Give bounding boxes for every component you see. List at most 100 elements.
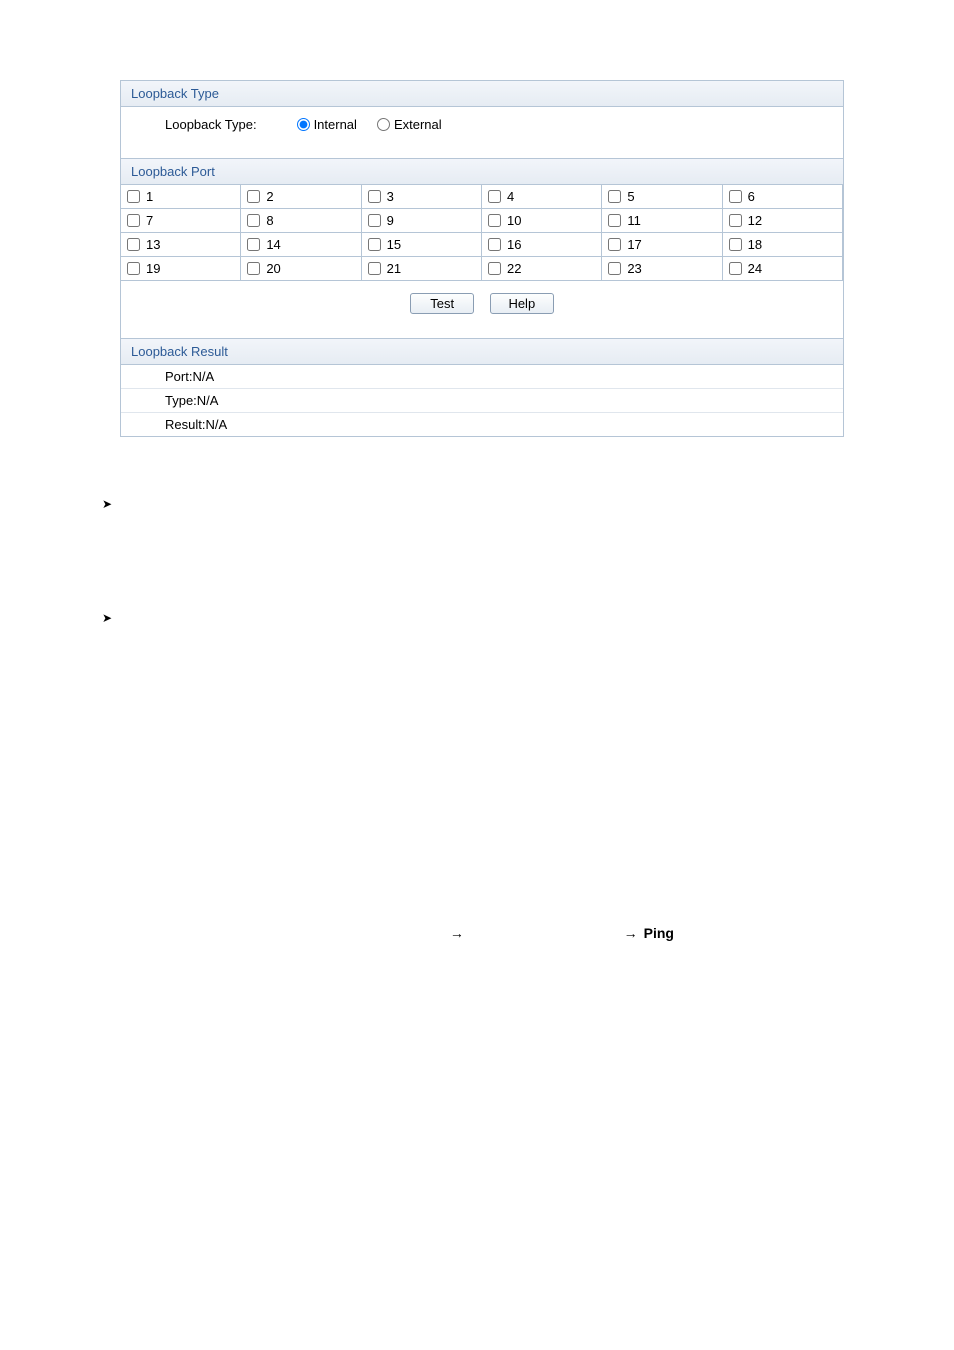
port-label: 2	[266, 189, 273, 204]
port-label: 18	[748, 237, 762, 252]
port-checkbox[interactable]	[247, 190, 260, 203]
port-cell[interactable]: 4	[481, 184, 602, 209]
result-port-label: Port:	[165, 369, 192, 384]
port-label: 24	[748, 261, 762, 276]
bottom-nav: → → Ping	[0, 925, 954, 941]
port-cell[interactable]: 1	[120, 184, 241, 209]
bullet-icon: ➤	[102, 497, 954, 511]
port-checkbox[interactable]	[368, 214, 381, 227]
port-cell[interactable]: 16	[481, 232, 602, 257]
port-cell[interactable]: 3	[361, 184, 482, 209]
port-checkbox[interactable]	[488, 262, 501, 275]
port-cell[interactable]: 11	[601, 208, 722, 233]
port-checkbox[interactable]	[127, 262, 140, 275]
radio-internal-label: Internal	[314, 117, 357, 132]
arrow-right-icon: →	[624, 925, 638, 941]
port-label: 21	[387, 261, 401, 276]
port-checkbox[interactable]	[247, 238, 260, 251]
radio-internal[interactable]	[297, 118, 310, 131]
port-label: 23	[627, 261, 641, 276]
port-checkbox[interactable]	[247, 214, 260, 227]
result-port-row: Port:N/A	[121, 365, 843, 388]
port-checkbox[interactable]	[127, 190, 140, 203]
port-checkbox[interactable]	[488, 238, 501, 251]
radio-internal-wrap[interactable]: Internal	[297, 117, 357, 132]
bullet-icon: ➤	[102, 611, 954, 625]
port-cell[interactable]: 5	[601, 184, 722, 209]
chevron-right-icon: ➤	[102, 497, 112, 511]
port-checkbox[interactable]	[729, 214, 742, 227]
port-checkbox[interactable]	[608, 238, 621, 251]
result-type-value: N/A	[197, 393, 219, 408]
port-checkbox[interactable]	[127, 214, 140, 227]
port-checkbox[interactable]	[608, 214, 621, 227]
port-checkbox[interactable]	[488, 190, 501, 203]
radio-external-label: External	[394, 117, 442, 132]
loopback-type-header: Loopback Type	[121, 81, 843, 107]
port-label: 19	[146, 261, 160, 276]
result-port-value: N/A	[192, 369, 214, 384]
port-cell[interactable]: 17	[601, 232, 722, 257]
port-cell[interactable]: 7	[120, 208, 241, 233]
port-checkbox[interactable]	[608, 190, 621, 203]
port-label: 1	[146, 189, 153, 204]
port-cell[interactable]: 6	[722, 184, 843, 209]
port-label: 14	[266, 237, 280, 252]
port-cell[interactable]: 21	[361, 256, 482, 281]
port-cell[interactable]: 19	[120, 256, 241, 281]
port-cell[interactable]: 24	[722, 256, 843, 281]
port-cell[interactable]: 15	[361, 232, 482, 257]
port-checkbox[interactable]	[488, 214, 501, 227]
test-button[interactable]: Test	[410, 293, 474, 314]
port-cell[interactable]: 12	[722, 208, 843, 233]
port-checkbox[interactable]	[368, 262, 381, 275]
ping-label: Ping	[644, 925, 674, 941]
port-label: 13	[146, 237, 160, 252]
port-label: 6	[748, 189, 755, 204]
port-label: 17	[627, 237, 641, 252]
arrow-right-icon: →	[450, 925, 464, 941]
port-label: 4	[507, 189, 514, 204]
radio-external[interactable]	[377, 118, 390, 131]
port-label: 10	[507, 213, 521, 228]
port-label: 5	[627, 189, 634, 204]
button-row: Test Help	[121, 281, 843, 338]
port-cell[interactable]: 18	[722, 232, 843, 257]
port-cell[interactable]: 13	[120, 232, 241, 257]
port-cell[interactable]: 14	[240, 232, 361, 257]
port-checkbox[interactable]	[247, 262, 260, 275]
port-label: 20	[266, 261, 280, 276]
port-checkbox[interactable]	[729, 262, 742, 275]
port-checkbox[interactable]	[729, 238, 742, 251]
loopback-port-header: Loopback Port	[121, 158, 843, 185]
port-label: 11	[627, 213, 641, 228]
port-checkbox[interactable]	[729, 190, 742, 203]
port-label: 12	[748, 213, 762, 228]
port-label: 7	[146, 213, 153, 228]
port-checkbox[interactable]	[368, 190, 381, 203]
port-cell[interactable]: 20	[240, 256, 361, 281]
loopback-type-row: Loopback Type: Internal External	[121, 107, 843, 158]
port-cell[interactable]: 10	[481, 208, 602, 233]
port-grid: 1 2 3 4 5 6 7 8 9 10 11 12 13 14 15 16 1…	[121, 185, 843, 281]
result-result-row: Result:N/A	[121, 412, 843, 436]
loopback-type-label: Loopback Type:	[165, 117, 257, 132]
loopback-result-header: Loopback Result	[121, 338, 843, 365]
result-result-value: N/A	[205, 417, 227, 432]
port-cell[interactable]: 23	[601, 256, 722, 281]
port-cell[interactable]: 8	[240, 208, 361, 233]
radio-external-wrap[interactable]: External	[377, 117, 442, 132]
port-label: 3	[387, 189, 394, 204]
port-cell[interactable]: 22	[481, 256, 602, 281]
port-checkbox[interactable]	[368, 238, 381, 251]
port-label: 16	[507, 237, 521, 252]
port-label: 8	[266, 213, 273, 228]
help-button[interactable]: Help	[490, 293, 554, 314]
port-label: 15	[387, 237, 401, 252]
loopback-panel: Loopback Type Loopback Type: Internal Ex…	[120, 80, 844, 437]
port-cell[interactable]: 2	[240, 184, 361, 209]
port-checkbox[interactable]	[608, 262, 621, 275]
result-type-label: Type:	[165, 393, 197, 408]
port-cell[interactable]: 9	[361, 208, 482, 233]
port-checkbox[interactable]	[127, 238, 140, 251]
